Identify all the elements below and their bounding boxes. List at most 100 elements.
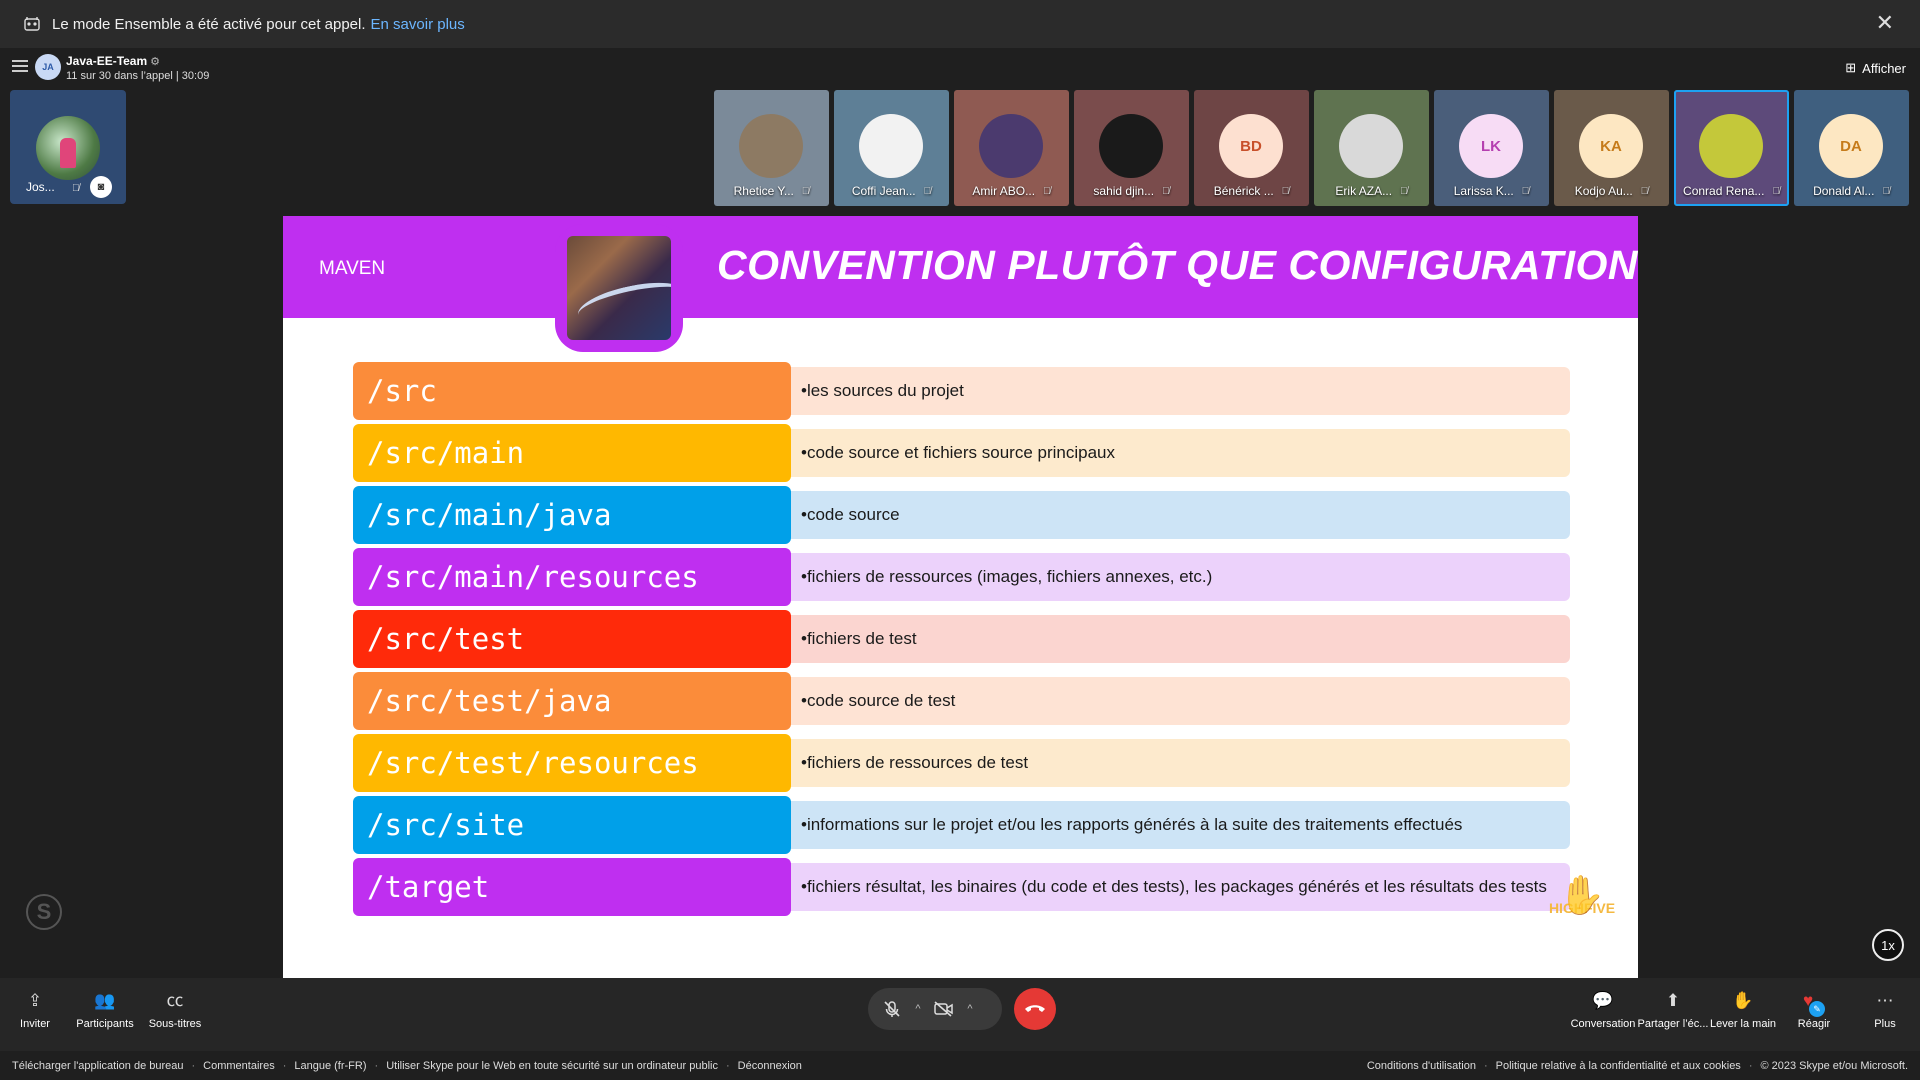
participant-avatar: DA: [1819, 114, 1883, 178]
camera-off-icon[interactable]: [928, 993, 960, 1025]
participant-name: Amir ABO...: [972, 184, 1036, 198]
muted-mic-icon: 🎙̸: [1162, 185, 1170, 197]
share-label: Partager l’éc...: [1637, 1018, 1709, 1030]
footer-separator: ·: [1483, 1059, 1488, 1072]
edit-badge-icon: ✎: [1809, 1001, 1826, 1017]
invite-button[interactable]: ⇪ Inviter: [0, 988, 72, 1030]
participant-tile[interactable]: sahid djin... 🎙̸: [1074, 90, 1189, 206]
group-name[interactable]: Java-EE-Team ⚙: [66, 54, 160, 68]
footer-link[interactable]: Conditions d'utilisation: [1367, 1060, 1476, 1072]
notification-bar: Le mode Ensemble a été activé pour cet a…: [0, 0, 1920, 48]
participant-tile[interactable]: Rhetice Y... 🎙̸: [714, 90, 829, 206]
footer-separator: ·: [191, 1059, 196, 1072]
together-mode-icon: [22, 14, 42, 34]
participant-name: Bénérick ...: [1213, 184, 1274, 198]
participant-tile[interactable]: Coffi Jean... 🎙̸: [834, 90, 949, 206]
footer-link[interactable]: © 2023 Skype et/ou Microsoft.: [1760, 1060, 1908, 1072]
participants-button[interactable]: 👥 Participants: [68, 988, 142, 1030]
footer-link[interactable]: Déconnexion: [738, 1060, 802, 1072]
self-video-tile[interactable]: Jos... 🎙̸ ◙: [10, 90, 126, 204]
participant-name: Conrad Rena...: [1683, 184, 1765, 198]
participant-tile[interactable]: Amir ABO... 🎙̸: [954, 90, 1069, 206]
directory-description: •code source: [781, 491, 1570, 539]
raise-hand-button[interactable]: ✋ Lever la main: [1706, 988, 1780, 1030]
participant-label: sahid djin... 🎙̸: [1074, 184, 1189, 198]
directory-description: •fichiers de ressources de test: [781, 739, 1570, 787]
footer-link[interactable]: Langue (fr-FR): [294, 1060, 366, 1072]
directory-path: /target: [353, 858, 791, 916]
participant-avatar: [739, 114, 803, 178]
hand-icon: ✋: [1732, 991, 1754, 1010]
menu-icon[interactable]: [12, 60, 28, 72]
participant-strip: Rhetice Y... 🎙̸ Coffi Jean... 🎙̸ Amir ABO...…: [714, 90, 1914, 206]
table-row: /src/site •informations sur le projet et/…: [353, 796, 1570, 854]
react-button[interactable]: ♥✎ Réagir: [1777, 988, 1851, 1030]
directory-description: •fichiers de ressources (images, fichier…: [781, 553, 1570, 601]
settings-icon[interactable]: ⚙: [150, 56, 160, 68]
participant-tile[interactable]: DA Donald Al... 🎙̸: [1794, 90, 1909, 206]
participant-label: Conrad Rena... 🎙̸: [1674, 184, 1789, 198]
table-row: /src/test/resources •fichiers de ressourc…: [353, 734, 1570, 792]
hang-up-button[interactable]: [1014, 988, 1056, 1030]
participant-label: Donald Al... 🎙̸: [1794, 184, 1909, 198]
directory-description: •les sources du projet: [781, 367, 1570, 415]
react-label: Réagir: [1797, 1018, 1831, 1030]
footer-link[interactable]: Commentaires: [203, 1060, 275, 1072]
participant-label: Rhetice Y... 🎙̸: [714, 184, 829, 198]
footer-link[interactable]: Politique relative à la confidentialité …: [1496, 1060, 1741, 1072]
mic-options-chevron-icon[interactable]: ^: [908, 1003, 928, 1015]
group-avatar[interactable]: JA: [35, 54, 61, 80]
footer-link[interactable]: Utiliser Skype pour le Web en toute sécu…: [386, 1060, 718, 1072]
participant-avatar: [1339, 114, 1403, 178]
participant-name: Donald Al...: [1813, 184, 1875, 198]
more-label: Plus: [1874, 1018, 1896, 1030]
participant-name: sahid djin...: [1093, 184, 1155, 198]
more-button[interactable]: ⋯ Plus: [1848, 988, 1920, 1030]
camera-options-chevron-icon[interactable]: ^: [960, 1003, 980, 1015]
directory-path: /src/test: [353, 610, 791, 668]
participant-label: Bénérick ... 🎙̸: [1194, 184, 1309, 198]
camera-icon[interactable]: ◙: [90, 176, 112, 198]
participant-tile[interactable]: LK Larissa K... 🎙̸: [1434, 90, 1549, 206]
call-controls: ⇪ Inviter 👥 Participants ㏄ Sous-titres ^…: [0, 978, 1920, 1051]
directory-description: •fichiers résultat, les binaires (du cod…: [781, 863, 1570, 911]
shared-screen-slide: MAVEN CONVENTION PLUTÔT QUE CONFIGURATIO…: [283, 216, 1638, 978]
view-button[interactable]: ⊞ Afficher: [1845, 60, 1906, 76]
highfive-logo: ✋ HIGHFIVE: [1545, 876, 1619, 946]
conversation-label: Conversation: [1570, 1018, 1636, 1030]
invite-label: Inviter: [20, 1018, 50, 1030]
participant-name: Erik AZA...: [1335, 184, 1393, 198]
footer-separator: ·: [1748, 1059, 1753, 1072]
footer-link[interactable]: Télécharger l'application de bureau: [12, 1060, 184, 1072]
participant-tile[interactable]: Conrad Rena... 🎙̸: [1674, 90, 1789, 206]
conversation-button[interactable]: 💬 Conversation: [1566, 988, 1640, 1030]
raise-hand-label: Lever la main: [1709, 1018, 1777, 1030]
subtitles-button[interactable]: ㏄ Sous-titres: [138, 988, 212, 1030]
mic-muted-icon[interactable]: [876, 993, 908, 1025]
participant-tile[interactable]: KA Kodjo Au... 🎙̸: [1554, 90, 1669, 206]
muted-mic-icon: 🎙̸: [72, 183, 80, 194]
participant-name: Kodjo Au...: [1574, 184, 1633, 198]
call-info: 11 sur 30 dans l’appel | 30:09: [66, 70, 210, 82]
captions-icon: ㏄: [166, 991, 184, 1010]
notification-message: Le mode Ensemble a été activé pour cet a…: [52, 15, 366, 33]
share-screen-button[interactable]: ⬆ Partager l’éc...: [1636, 988, 1710, 1030]
close-icon[interactable]: ✕: [1876, 12, 1894, 34]
participant-label: Amir ABO... 🎙̸: [954, 184, 1069, 198]
footer-left-links: Télécharger l'application de bureau · Comm…: [12, 1060, 802, 1072]
learn-more-link[interactable]: En savoir plus: [371, 16, 465, 33]
muted-mic-icon: 🎙̸: [1772, 185, 1780, 197]
participant-tile[interactable]: BD Bénérick ... 🎙̸: [1194, 90, 1309, 206]
table-row: /src/main/resources •fichiers de ressourc…: [353, 548, 1570, 606]
participant-avatar: [859, 114, 923, 178]
playback-speed-button[interactable]: 1x: [1872, 929, 1904, 961]
directory-path: /src/main/resources: [353, 548, 791, 606]
participant-tile[interactable]: Erik AZA... 🎙̸: [1314, 90, 1429, 206]
slide-tag: MAVEN: [319, 258, 386, 279]
participant-label: Larissa K... 🎙̸: [1434, 184, 1549, 198]
participant-label: Kodjo Au... 🎙̸: [1554, 184, 1669, 198]
participant-avatar: [979, 114, 1043, 178]
subtitles-label: Sous-titres: [148, 1018, 202, 1030]
share-out-icon: ⇪: [27, 991, 43, 1010]
table-row: /target •fichiers résultat, les binaires …: [353, 858, 1570, 916]
